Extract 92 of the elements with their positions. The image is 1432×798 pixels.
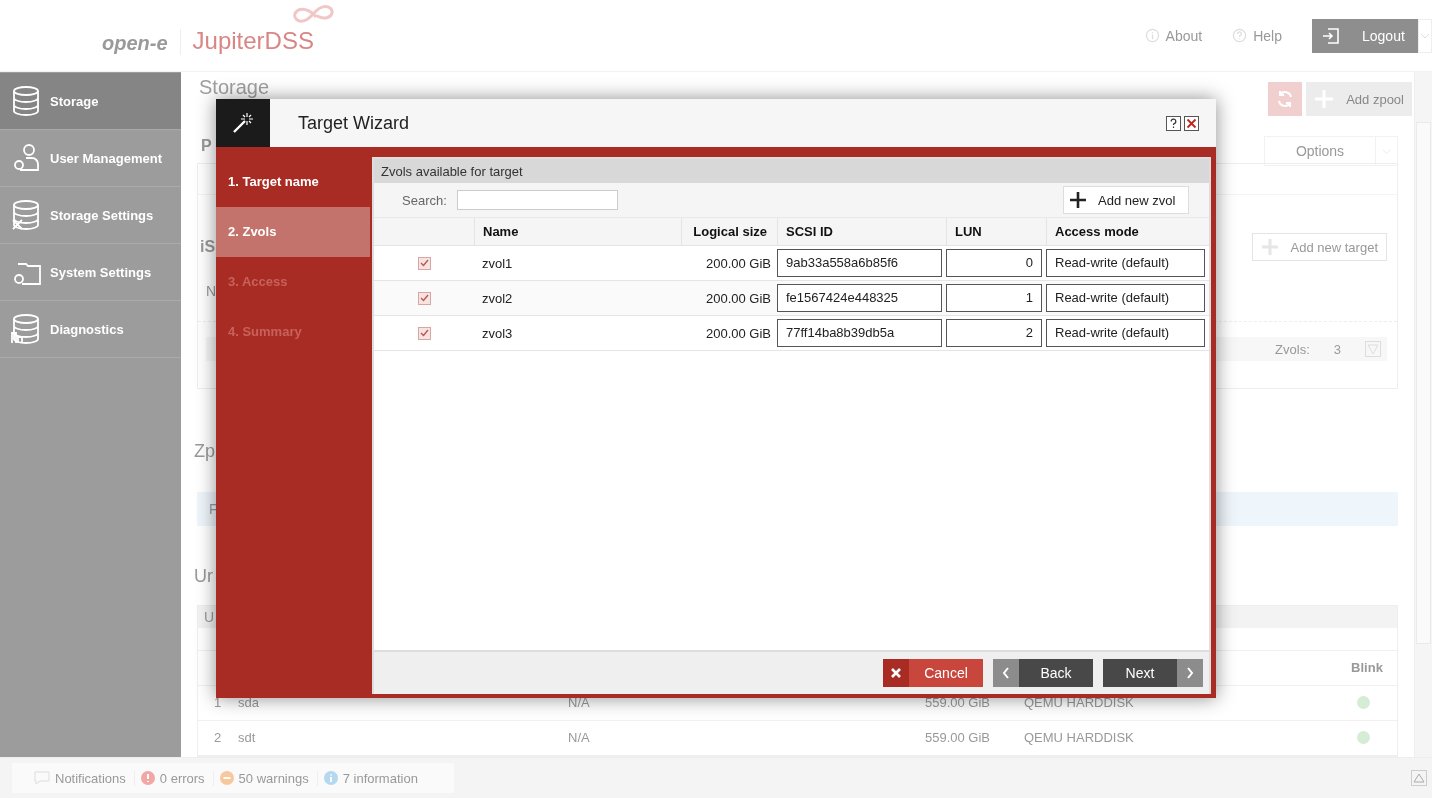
brand-logo-text: open-e: [102, 31, 168, 55]
field-label: N: [206, 283, 217, 300]
add-target-button[interactable]: Add new target: [1251, 233, 1387, 262]
access-mode-field[interactable]: Read-write (default): [1046, 284, 1205, 312]
close-icon[interactable]: [1184, 115, 1199, 131]
info-icon: [323, 771, 338, 785]
section-heading: Zp: [194, 440, 215, 462]
sidebar-item[interactable]: Storage: [0, 73, 181, 130]
table-cell-text: 200.00 GiB: [704, 290, 772, 306]
lun-field[interactable]: 1: [946, 284, 1042, 312]
column-header: Blink: [1350, 660, 1384, 676]
lun-field[interactable]: 2: [946, 319, 1042, 347]
column-header: U: [204, 609, 215, 625]
status-dot[interactable]: [1357, 696, 1370, 710]
sidebar-item[interactable]: Diagnostics: [0, 301, 181, 358]
logout-menu-button[interactable]: [1418, 18, 1432, 53]
cancel-button[interactable]: Cancel: [883, 659, 983, 687]
access-mode-field[interactable]: Read-write (default): [1046, 249, 1205, 277]
table-cell-text: 200.00 GiB: [704, 325, 772, 341]
speech-bubble-icon: [34, 771, 50, 785]
section-title: P: [201, 137, 212, 156]
expand-icon[interactable]: [1411, 770, 1427, 786]
notification-count[interactable]: 50 warnings: [212, 770, 317, 786]
access-mode-field[interactable]: Read-write (default): [1046, 319, 1205, 347]
checkbox[interactable]: [417, 326, 431, 340]
check-icon: [419, 259, 429, 267]
back-button[interactable]: Back: [993, 659, 1093, 687]
column-header: Access mode: [1046, 218, 1209, 245]
table-cell-text: 2: [214, 730, 223, 746]
notifications-label[interactable]: Notifications: [34, 770, 134, 786]
table-cell-text: zvol3: [481, 325, 514, 341]
column-header: LUN: [946, 218, 1046, 245]
table-cell-text: 559.00 GiB: [923, 695, 990, 711]
plus-icon: [1070, 192, 1086, 208]
table-cell-text: QEMU HARDDISK: [1024, 695, 1135, 711]
warning-icon: [219, 771, 234, 785]
magic-wand-icon: [231, 111, 255, 135]
header-link[interactable]: About: [1144, 27, 1203, 44]
product-logo-text: JupiterDSS: [192, 26, 314, 55]
help-icon[interactable]: [1166, 115, 1181, 131]
add-zpool-button[interactable]: Add zpool: [1306, 82, 1412, 116]
wizard-step[interactable]: 1. Target name: [216, 157, 370, 207]
expand-icon[interactable]: [1365, 341, 1381, 358]
header-link[interactable]: Help: [1232, 27, 1282, 44]
logout-icon: [1322, 27, 1340, 44]
table-cell-text: sda: [238, 695, 260, 711]
search-label: Search:: [402, 192, 447, 208]
column-header: Name: [474, 218, 681, 245]
section-heading: Ur: [194, 566, 213, 587]
table-cell-text: 1: [214, 695, 223, 711]
checkbox[interactable]: [417, 256, 431, 270]
notification-count[interactable]: 7 information: [316, 770, 426, 786]
zvols-label: Zvols:: [1275, 341, 1310, 357]
check-icon: [419, 294, 429, 302]
page-title: Storage: [199, 76, 270, 98]
info-icon: [1144, 28, 1160, 43]
table-cell-text: QEMU HARDDISK: [1024, 730, 1135, 746]
status-dot[interactable]: [1357, 731, 1370, 745]
lun-field[interactable]: 0: [946, 249, 1042, 277]
scsi-id-field[interactable]: 77ff14ba8b39db5a: [777, 319, 942, 347]
search-field[interactable]: [456, 190, 618, 210]
scsi-id-field[interactable]: 9ab33a558a6b85f6: [777, 249, 942, 277]
table-cell-text: N/A: [568, 695, 591, 711]
panel-title: Zvols available for target: [374, 159, 1209, 183]
notification-count[interactable]: 0 errors: [133, 770, 213, 786]
sidebar-item[interactable]: Storage Settings: [0, 187, 181, 244]
add-zvol-button[interactable]: Add new zvol: [1063, 186, 1189, 214]
caret-icon: [1420, 32, 1430, 39]
refresh-button[interactable]: [1268, 82, 1303, 116]
help-icon: [1232, 28, 1248, 43]
column-header: SCSI ID: [777, 218, 946, 245]
target-name: iS: [200, 238, 216, 257]
next-button[interactable]: Next: [1103, 659, 1203, 687]
chevron-left-icon: [1002, 667, 1010, 679]
table-cell-text: sdt: [238, 730, 257, 746]
table-cell-text: zvol2: [481, 290, 514, 306]
wizard-step[interactable]: 2. Zvols: [216, 207, 370, 257]
dialog-title: Target Wizard: [298, 112, 411, 134]
table-cell-text: 559.00 GiB: [923, 730, 990, 746]
close-icon: [890, 667, 902, 679]
checkbox[interactable]: [417, 291, 431, 305]
logout-button[interactable]: Logout: [1312, 18, 1418, 53]
table-cell-text: 200.00 GiB: [704, 255, 772, 271]
table-cell-text: zvol1: [481, 255, 514, 271]
chevron-right-icon: [1186, 667, 1194, 679]
error-icon: [140, 771, 155, 785]
column-header: Logical size: [681, 218, 777, 245]
table-cell-text: N/A: [568, 730, 591, 746]
plus-icon: [1260, 238, 1279, 257]
check-icon: [419, 329, 429, 337]
scsi-id-field[interactable]: fe1567424e448325: [777, 284, 942, 312]
zvols-count: 3: [1333, 341, 1341, 357]
